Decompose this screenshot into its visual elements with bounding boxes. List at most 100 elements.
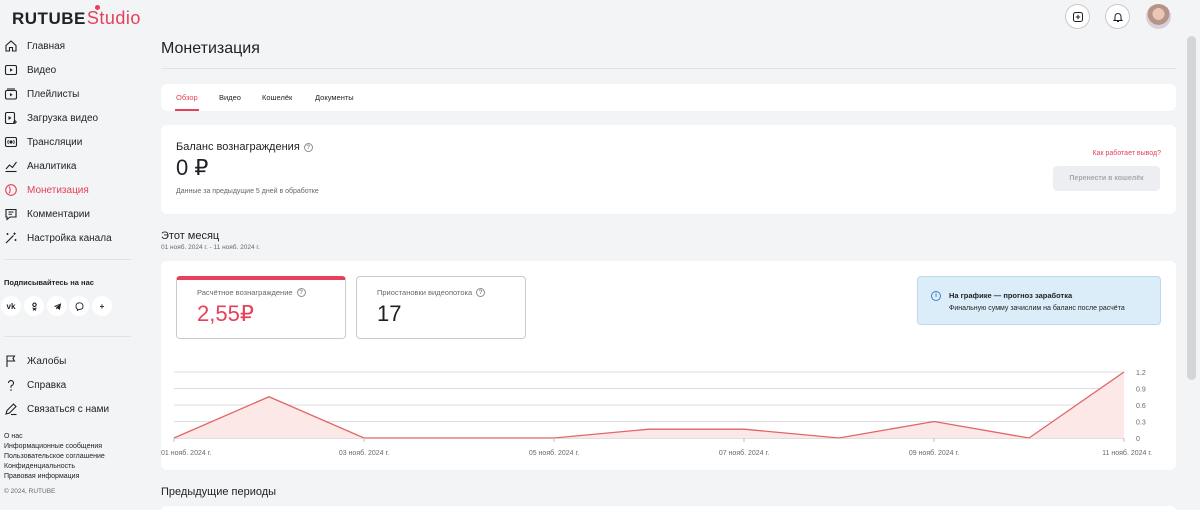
sidebar-item-label: Монетизация	[27, 184, 89, 196]
sidebar-item-monetization[interactable]: Монетизация	[4, 180, 129, 200]
footer-link-about[interactable]: О нас	[4, 432, 105, 442]
previous-periods-title: Предыдущие периоды	[161, 486, 277, 498]
more-socials-link[interactable]: +	[92, 296, 112, 316]
x-tick-label: 09 нояб. 2024 г.	[909, 449, 959, 457]
sidebar-item-label: Аналитика	[27, 160, 77, 172]
tabs-bar: Обзор Видео Кошелёк Документы	[161, 84, 1176, 111]
help-icon[interactable]: ?	[476, 288, 486, 297]
previous-periods-card	[161, 506, 1176, 510]
page-title: Монетизация	[161, 40, 260, 57]
add-video-button[interactable]	[1065, 4, 1090, 29]
sidebar-item-label: Главная	[27, 40, 66, 52]
sidebar-item-video[interactable]: Видео	[4, 60, 129, 80]
sidebar-divider	[4, 336, 131, 337]
sidebar-item-label: Трансляции	[27, 136, 83, 148]
footer-link-legal[interactable]: Правовая информация	[4, 472, 105, 482]
x-tick-label: 05 нояб. 2024 г.	[529, 449, 579, 457]
balance-title: Баланс вознаграждения?	[176, 141, 313, 153]
telegram-icon	[53, 302, 61, 310]
flag-icon	[6, 355, 16, 367]
x-tick-label: 03 нояб. 2024 г.	[339, 449, 389, 457]
sidebar-item-contact[interactable]: Связаться с нами	[4, 399, 129, 419]
balance-title-text: Баланс вознаграждения	[176, 141, 300, 153]
active-tab-indicator	[175, 109, 199, 111]
sidebar-item-playlists[interactable]: Плейлисты	[4, 84, 129, 104]
video-icon	[4, 64, 18, 76]
month-range: 01 нояб. 2024 г. - 11 нояб. 2024 г.	[161, 244, 260, 251]
sidebar-item-channel-settings[interactable]: Настройка канала	[4, 228, 129, 248]
telegram-link[interactable]	[47, 296, 67, 316]
ok-icon	[31, 302, 37, 311]
y-tick-label: 0.3	[1136, 420, 1146, 427]
balance-card: Баланс вознаграждения? 0 ₽ Данные за пре…	[161, 125, 1176, 214]
tab-wallet[interactable]: Кошелёк	[262, 93, 292, 102]
contact-icon	[5, 403, 17, 416]
sidebar-item-label: Справка	[27, 379, 67, 391]
notifications-button[interactable]	[1105, 4, 1130, 29]
footer-links: О нас Информационные сообщения Пользоват…	[4, 432, 105, 482]
more-icon: +	[99, 301, 105, 311]
sidebar-item-label: Загрузка видео	[27, 112, 99, 124]
sidebar-item-live[interactable]: Трансляции	[4, 132, 129, 152]
rutube-studio-logo[interactable]: RUTUBEStudio	[12, 5, 141, 29]
info-title: На графике — прогноз заработка	[949, 291, 1073, 300]
live-icon	[4, 136, 18, 148]
add-video-icon	[1072, 11, 1083, 22]
vk-link[interactable]: vk	[1, 296, 21, 316]
sidebar-item-upload[interactable]: Загрузка видео	[4, 108, 129, 128]
stats-card: 1.2 0.9 0.6 0.3 0 01 нояб. 2024 г. 03 нояб. 20…	[161, 261, 1176, 470]
help-icon[interactable]: ?	[303, 143, 313, 152]
top-bar: RUTUBEStudio	[0, 0, 1200, 34]
logo-text: RUTUBE	[12, 9, 86, 28]
sidebar-item-analytics[interactable]: Аналитика	[4, 156, 129, 176]
footer-link-info-messages[interactable]: Информационные сообщения	[4, 442, 105, 452]
analytics-icon	[5, 161, 17, 173]
footer-link-user-agreement[interactable]: Пользовательское соглашение	[4, 452, 105, 462]
sidebar-item-label: Настройка канала	[27, 232, 112, 244]
how-withdrawal-works-link[interactable]: Как работает вывод?	[1093, 150, 1161, 157]
y-tick-label: 0.9	[1136, 387, 1146, 394]
tab-documents[interactable]: Документы	[315, 93, 354, 102]
x-tick-label: 11 нояб. 2024 г.	[1102, 449, 1152, 457]
stat-stream-pauses[interactable]: Приостановки видеопотока? 17	[356, 276, 526, 339]
sidebar-item-help[interactable]: Справка	[4, 375, 129, 395]
y-tick-label: 1.2	[1136, 370, 1146, 377]
info-text: Финальную сумму зачислим на баланс после…	[949, 305, 1125, 312]
transfer-to-wallet-button[interactable]: Перенести в кошелёк	[1053, 166, 1160, 191]
stat-value: 17	[377, 301, 402, 326]
user-avatar[interactable]	[1146, 4, 1171, 29]
subscribe-title: Подписывайтесь на нас	[4, 278, 94, 287]
copyright: © 2024, RUTUBE	[4, 488, 56, 495]
home-icon	[5, 40, 17, 52]
sidebar-item-home[interactable]: Главная	[4, 36, 129, 56]
stat-label-text: Расчётное вознаграждение	[197, 288, 293, 297]
balance-note: Данные за предыдущие 5 дней в обработке	[176, 188, 319, 195]
help-icon[interactable]: ?	[296, 288, 306, 297]
forecast-info-box: i На графике — прогноз заработка Финальн…	[917, 276, 1161, 325]
sidebar-item-label: Связаться с нами	[27, 403, 110, 415]
ok-link[interactable]	[24, 296, 44, 316]
page-scrollbar[interactable]	[1187, 36, 1196, 380]
footer-link-privacy[interactable]: Конфиденциальность	[4, 462, 105, 472]
playlist-icon	[4, 88, 18, 100]
stat-label: Приостановки видеопотока?	[377, 288, 486, 297]
tab-video[interactable]: Видео	[219, 93, 241, 102]
balance-value: 0 ₽	[176, 155, 209, 180]
logo-dot	[95, 5, 100, 10]
vk-icon: vk	[6, 301, 16, 311]
sidebar-item-comments[interactable]: Комментарии	[4, 204, 129, 224]
stat-label: Расчётное вознаграждение?	[197, 288, 306, 297]
x-tick-label: 07 нояб. 2024 г.	[719, 449, 769, 457]
sidebar-item-complaints[interactable]: Жалобы	[4, 351, 129, 371]
x-tick-label: 01 нояб. 2024 г.	[161, 449, 211, 457]
sidebar: Главная Видео Плейлисты Загрузка видео Т…	[0, 34, 135, 510]
stat-estimated-reward[interactable]: Расчётное вознаграждение? 2,55₽	[176, 276, 346, 339]
monetization-icon	[5, 184, 17, 196]
bell-icon	[1112, 12, 1123, 22]
month-title: Этот месяц	[161, 230, 220, 242]
tab-overview[interactable]: Обзор	[176, 93, 198, 102]
viber-link[interactable]	[69, 296, 89, 316]
sidebar-item-label: Видео	[27, 64, 57, 76]
sidebar-item-label: Жалобы	[27, 355, 67, 367]
comments-icon	[5, 208, 17, 221]
